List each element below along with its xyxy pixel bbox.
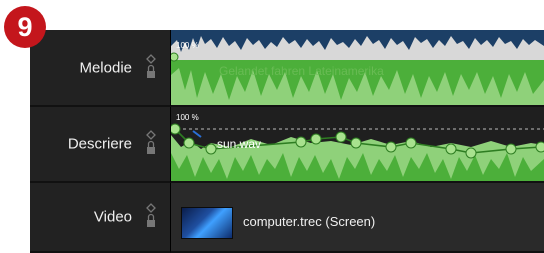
track-name: Melodie bbox=[79, 59, 132, 76]
lock-icon[interactable] bbox=[144, 52, 158, 84]
track-header-video[interactable]: Video bbox=[30, 183, 171, 253]
volume-percent: 100 % bbox=[176, 113, 199, 122]
video-lane[interactable]: computer.trec (Screen) bbox=[171, 183, 544, 253]
timeline-panel: Melodie 100 % Gelandet fahren Lateinamer… bbox=[30, 30, 544, 253]
track-header-melodie[interactable]: Melodie bbox=[30, 30, 171, 107]
clip-label-video: computer.trec (Screen) bbox=[243, 214, 376, 229]
track-header-descriere[interactable]: Descriere bbox=[30, 107, 171, 183]
audio-lane-melodie[interactable]: 100 % Gelandet fahren Lateinamerika bbox=[171, 30, 544, 107]
video-thumbnail[interactable] bbox=[181, 207, 233, 239]
track-melodie: Melodie 100 % Gelandet fahren Lateinamer… bbox=[30, 30, 544, 107]
track-descriere: Descriere 100 % sun.wav bbox=[30, 107, 544, 183]
track-name: Video bbox=[93, 208, 132, 226]
step-number-badge: 9 bbox=[4, 6, 46, 48]
volume-percent: 100 % bbox=[176, 41, 199, 50]
lock-icon[interactable] bbox=[144, 201, 158, 233]
clip-label-melodie: Gelandet fahren Lateinamerika bbox=[219, 64, 384, 78]
lock-icon[interactable] bbox=[144, 128, 158, 160]
clip-label-descriere: sun.wav bbox=[217, 137, 262, 151]
track-video: Video computer.trec (Screen) bbox=[30, 183, 544, 253]
audio-lane-descriere[interactable]: 100 % sun.wav bbox=[171, 107, 544, 183]
track-name: Descriere bbox=[67, 135, 132, 153]
